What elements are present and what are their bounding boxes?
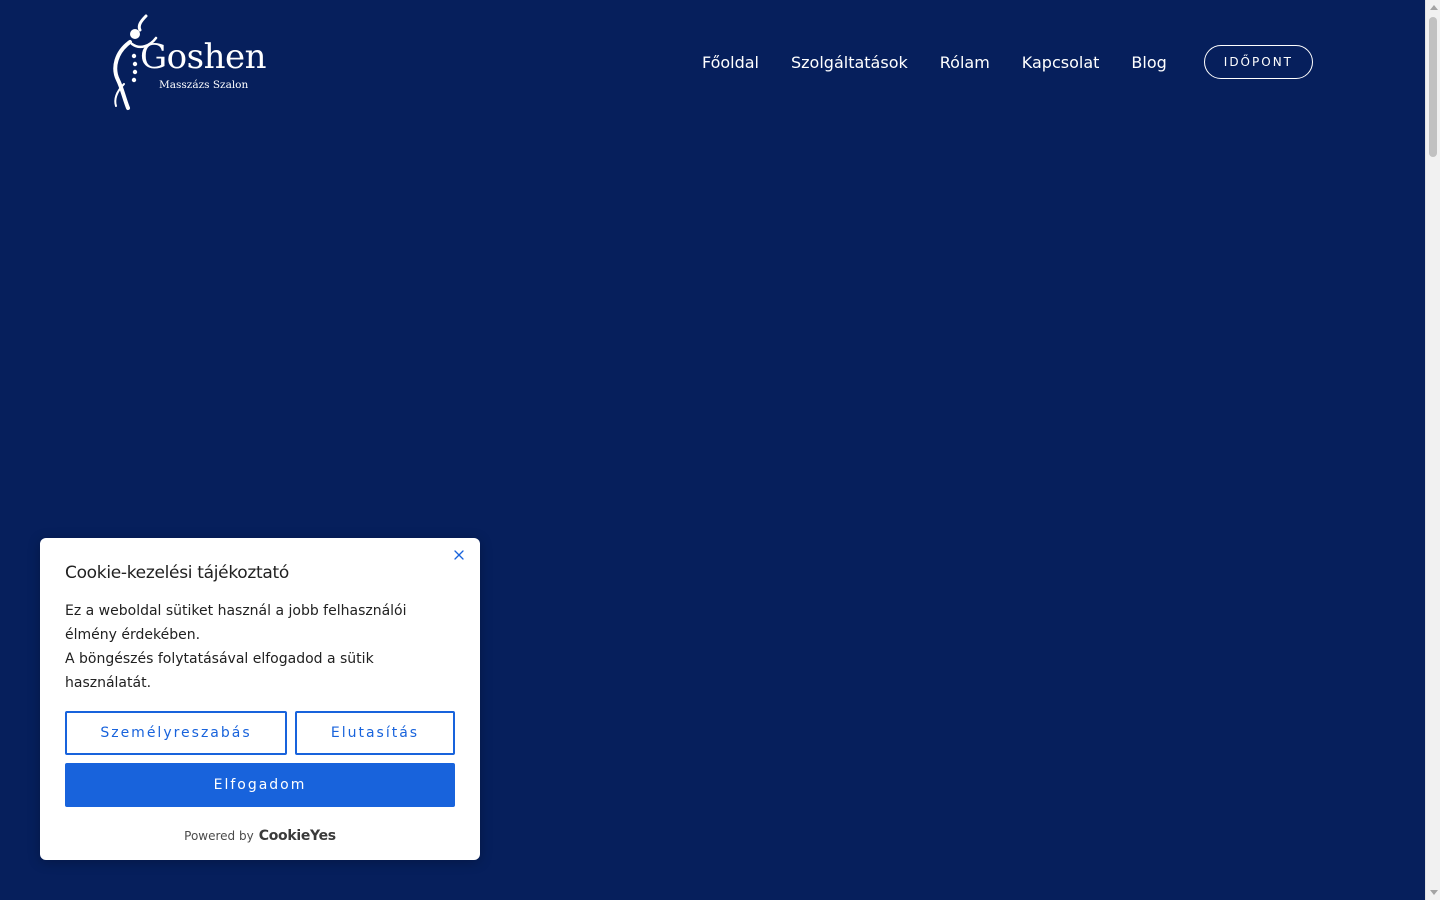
main-nav: Főoldal Szolgáltatások Rólam Kapcsolat B… [702, 45, 1313, 79]
nav-item-rolam[interactable]: Rólam [940, 53, 990, 72]
cookie-text-line: Ez a weboldal sütiket használ a jobb fel… [65, 603, 407, 643]
nav-item-fooldal[interactable]: Főoldal [702, 53, 759, 72]
cookie-banner: Cookie-kezelési tájékoztató Ez a webolda… [40, 538, 480, 860]
reject-button[interactable]: Elutasítás [295, 711, 455, 755]
cookie-button-row: Személyreszabás Elutasítás [65, 711, 455, 755]
scrollbar[interactable] [1425, 0, 1440, 900]
nav-item-blog[interactable]: Blog [1131, 53, 1166, 72]
page: Goshen Masszázs Szalon Főoldal Szolgálta… [0, 0, 1440, 900]
logo[interactable]: Goshen Masszázs Szalon [110, 14, 270, 112]
customize-button[interactable]: Személyreszabás [65, 711, 287, 755]
site-header: Goshen Masszázs Szalon Főoldal Szolgálta… [0, 0, 1425, 125]
cookie-title: Cookie-kezelési tájékoztató [65, 563, 289, 583]
logo-name: Goshen [140, 37, 267, 77]
accept-button[interactable]: Elfogadom [65, 763, 455, 807]
powered-by-label: Powered by [184, 829, 254, 843]
scroll-down-icon[interactable] [1426, 885, 1440, 900]
logo-subtitle: Masszázs Szalon [159, 79, 249, 91]
nav-item-szolgaltatasok[interactable]: Szolgáltatások [791, 53, 908, 72]
cookie-text-line: A böngészés folytatásával elfogadod a sü… [65, 651, 374, 691]
close-icon[interactable] [452, 548, 466, 562]
powered-by[interactable]: Powered by CookieYes [40, 828, 480, 844]
scroll-thumb[interactable] [1429, 17, 1437, 157]
cookieyes-logo: CookieYes [258, 828, 336, 844]
nav-item-kapcsolat[interactable]: Kapcsolat [1022, 53, 1100, 72]
scroll-up-icon[interactable] [1426, 0, 1440, 15]
appointment-button[interactable]: IDŐPONT [1203, 45, 1313, 79]
cookie-description: Ez a weboldal sütiket használ a jobb fel… [65, 599, 425, 695]
